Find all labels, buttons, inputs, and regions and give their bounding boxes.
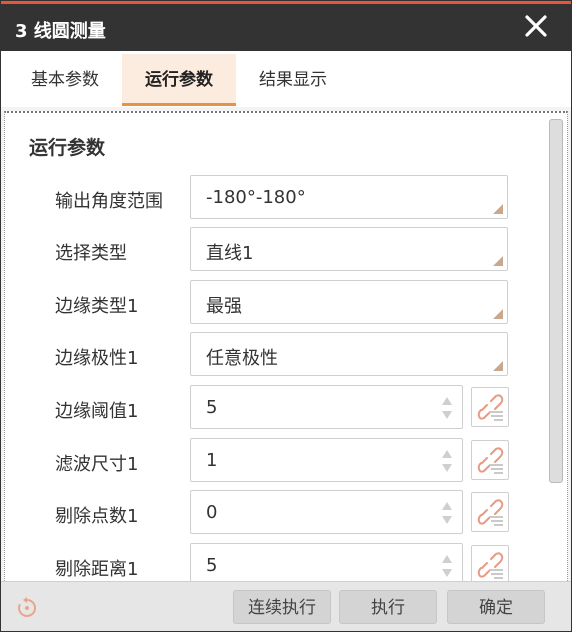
close-icon[interactable]	[523, 13, 549, 39]
angle-range-select[interactable]: -180°-180°	[190, 175, 508, 219]
link-button[interactable]	[471, 440, 509, 480]
param-value: -180°-180°	[206, 187, 306, 208]
refresh-icon[interactable]	[15, 596, 39, 620]
link-button[interactable]	[471, 545, 509, 581]
param-row-select-type: 选择类型 直线1	[5, 227, 545, 273]
dropdown-corner-icon	[493, 204, 503, 214]
link-button[interactable]	[471, 387, 509, 427]
param-value: 任意极性	[206, 348, 278, 369]
param-value: 直线1	[206, 243, 254, 264]
select-type-select[interactable]: 直线1	[190, 227, 508, 271]
param-label: 剔除距离1	[55, 559, 139, 580]
section-title: 运行参数	[29, 137, 106, 159]
dropdown-corner-icon	[493, 309, 503, 319]
param-label: 边缘极性1	[55, 348, 139, 369]
filter-size-input[interactable]: 1	[190, 438, 463, 482]
param-row-edge-polarity: 边缘极性1 任意极性	[5, 332, 545, 378]
param-label: 边缘阈值1	[55, 401, 139, 422]
dropdown-corner-icon	[493, 361, 503, 371]
tab-bar: 基本参数 运行参数 结果显示	[1, 51, 571, 107]
params-panel: 运行参数 输出角度范围 -180°-180° 选择类型 直线1 边缘类型1 最强	[4, 111, 568, 581]
link-icon	[477, 447, 504, 474]
tab-result-display[interactable]: 结果显示	[241, 54, 345, 106]
footer-bar: 连续执行 执行 确定	[1, 581, 571, 631]
param-label: 边缘类型1	[55, 296, 139, 317]
scrollbar[interactable]	[549, 119, 563, 483]
edge-threshold-input[interactable]: 5	[190, 385, 463, 429]
spinner-arrows-icon[interactable]	[441, 553, 453, 579]
tab-basic-params[interactable]: 基本参数	[15, 54, 115, 106]
param-value: 1	[206, 450, 218, 471]
confirm-button[interactable]: 确定	[447, 590, 545, 624]
execute-button[interactable]: 执行	[339, 590, 437, 624]
spinner-arrows-icon[interactable]	[441, 500, 453, 526]
param-label: 输出角度范围	[55, 191, 163, 212]
edge-polarity-select[interactable]: 任意极性	[190, 332, 508, 376]
tab-run-params[interactable]: 运行参数	[122, 54, 236, 106]
remove-points-input[interactable]: 0	[190, 490, 463, 534]
param-label: 滤波尺寸1	[55, 454, 139, 475]
param-label: 选择类型	[55, 243, 127, 264]
window-title: 3 线圆测量	[15, 21, 106, 42]
param-value: 最强	[206, 296, 242, 317]
link-icon	[477, 394, 504, 421]
link-icon	[477, 499, 504, 526]
param-row-filter-size: 滤波尺寸1 1	[5, 438, 545, 484]
spinner-arrows-icon[interactable]	[441, 395, 453, 421]
edge-type-select[interactable]: 最强	[190, 280, 508, 324]
param-value: 5	[206, 397, 218, 418]
dialog: 3 线圆测量 基本参数 运行参数 结果显示 运行参数 输出角度范围 -180°-…	[0, 0, 572, 632]
param-row-edge-type: 边缘类型1 最强	[5, 280, 545, 326]
continuous-execute-button[interactable]: 连续执行	[233, 590, 331, 624]
dropdown-corner-icon	[493, 256, 503, 266]
title-bar: 3 线圆测量	[1, 1, 571, 51]
param-row-remove-points: 剔除点数1 0	[5, 490, 545, 536]
param-label: 剔除点数1	[55, 506, 139, 527]
spinner-arrows-icon[interactable]	[441, 448, 453, 474]
param-row-angle-range: 输出角度范围 -180°-180°	[5, 175, 545, 221]
remove-distance-input[interactable]: 5	[190, 543, 463, 581]
param-row-remove-distance: 剔除距离1 5	[5, 543, 545, 581]
param-value: 5	[206, 555, 218, 576]
param-value: 0	[206, 502, 218, 523]
link-button[interactable]	[471, 492, 509, 532]
link-icon	[477, 552, 504, 579]
param-row-edge-threshold: 边缘阈值1 5	[5, 385, 545, 431]
